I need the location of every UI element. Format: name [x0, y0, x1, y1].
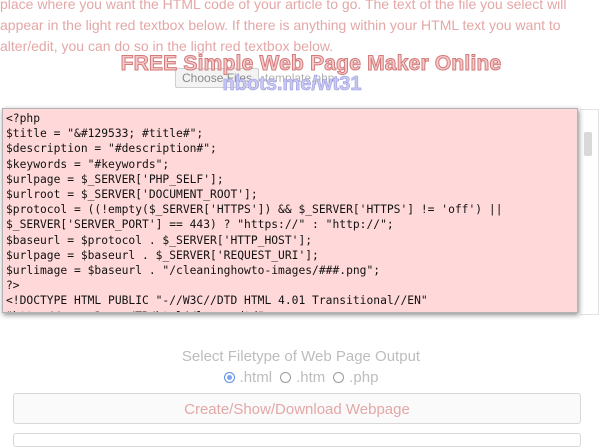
editor-scrollbar[interactable]: [580, 110, 596, 312]
radio-htm-circle[interactable]: [280, 372, 292, 383]
code-line: $keywords = "#keywords";: [6, 157, 170, 171]
code-line: ?>: [6, 279, 20, 293]
code-line: $description = "#description#";: [6, 142, 217, 156]
filetype-label: Select Filetype of Web Page Output: [181, 348, 421, 365]
radio-php-label: .php: [349, 369, 379, 386]
radio-php[interactable]: .php: [333, 369, 378, 386]
code-line: <!DOCTYPE HTML PUBLIC "-//W3C//DTD HTML …: [6, 294, 428, 308]
filetype-radio-group: .html .htm .php: [0, 369, 602, 386]
code-line: $urlpage = $_SERVER['PHP_SELF'];: [6, 172, 224, 186]
radio-htm-label: .htm: [296, 369, 326, 386]
radio-html[interactable]: .html: [223, 369, 273, 386]
code-line: $urlimage = $baseurl . "/cleaninghowto-i…: [6, 264, 381, 278]
code-line: $_SERVER['SERVER_PORT'] == 443) ? "https…: [6, 218, 394, 232]
radio-html-circle[interactable]: [223, 372, 235, 383]
code-line: $baseurl = $protocol . $_SERVER['HTTP_HO…: [6, 233, 313, 247]
code-line: $title = "&#129533; #title#";: [6, 127, 204, 141]
create-webpage-button[interactable]: Create/Show/Download Webpage: [13, 393, 581, 424]
code-line: $urlpage = $baseurl . $_SERVER['REQUEST_…: [6, 248, 319, 262]
radio-php-circle[interactable]: [333, 372, 345, 383]
code-line: $urlroot = $_SERVER['DOCUMENT_ROOT'];: [6, 188, 258, 202]
code-line: $protocol = ((!empty($_SERVER['HTTPS']) …: [6, 203, 503, 217]
html-code-textarea[interactable]: <?php $title = "&#129533; #title#"; $des…: [2, 108, 578, 313]
overlay-link[interactable]: nbots.me/wt31: [0, 73, 584, 96]
code-line: "http://www.w3.org/TR/html4/loose.dtd">: [6, 310, 271, 312]
intro-line: appear in the light red textbox below. I…: [0, 17, 561, 33]
output-field[interactable]: [13, 433, 581, 447]
code-text[interactable]: <?php $title = "&#129533; #title#"; $des…: [3, 109, 577, 312]
scroll-thumb[interactable]: [584, 132, 592, 156]
intro-text: place where you want the HTML code of yo…: [0, 0, 602, 57]
intro-line: place where you want the HTML code of yo…: [0, 0, 567, 12]
code-line: <?php: [6, 112, 41, 125]
radio-htm[interactable]: .htm: [280, 369, 325, 386]
radio-html-label: .html: [239, 369, 273, 386]
